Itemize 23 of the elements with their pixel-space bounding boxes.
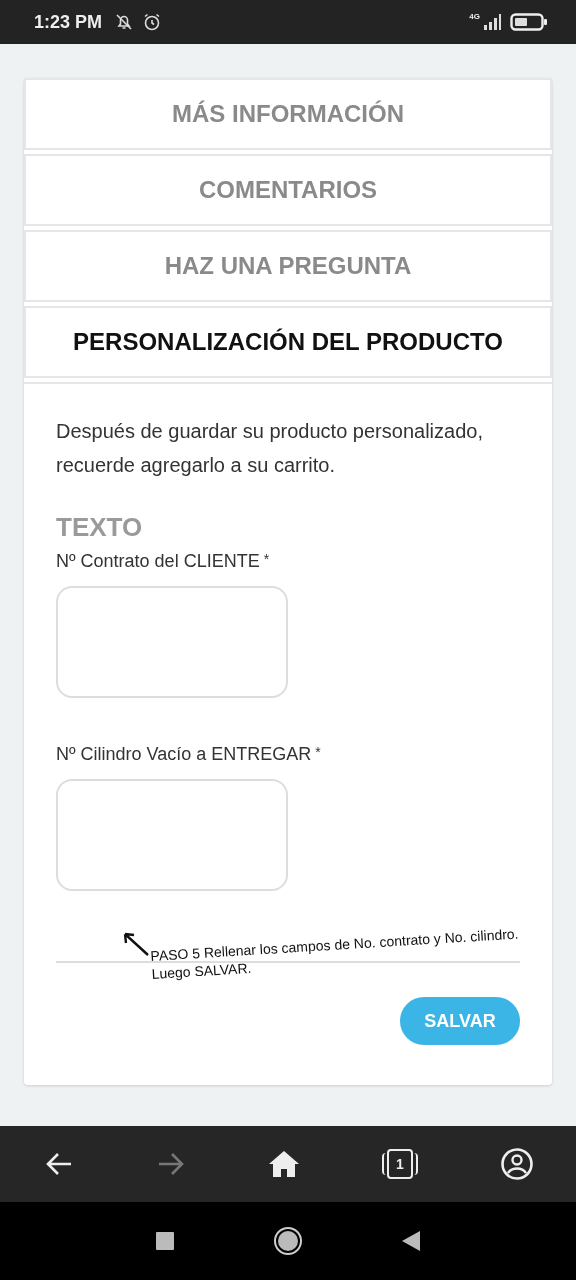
input-field[interactable]	[56, 779, 288, 891]
field-label: Nº Cilindro Vacío a ENTREGAR	[56, 744, 312, 765]
accordion-tab[interactable]: HAZ UNA PREGUNTA	[24, 230, 552, 302]
back-triangle-icon[interactable]	[401, 1230, 421, 1252]
field-label: Nº Contrato del CLIENTE	[56, 551, 260, 572]
input-field[interactable]	[56, 586, 288, 698]
annotation-text: PASO 5 Rellenar los campos de No. contrato y No. cilindro. Luego SALVAR.	[150, 924, 520, 983]
accordion-tab[interactable]: PERSONALIZACIÓN DEL PRODUCTO	[24, 306, 552, 378]
home-icon[interactable]	[268, 1149, 300, 1179]
network-type: 4G	[469, 12, 480, 21]
arrow-icon	[122, 931, 150, 957]
required-mark: *	[263, 551, 270, 567]
intro-text: Después de guardar su producto personalizado, recuerde agregarlo a su carrito.	[56, 419, 484, 478]
recents-icon[interactable]	[155, 1231, 175, 1251]
home-circle-icon[interactable]	[273, 1226, 303, 1256]
required-mark: *	[315, 744, 321, 760]
save-button[interactable]: SALVAR	[400, 997, 520, 1045]
account-icon[interactable]	[500, 1147, 534, 1181]
status-time: 1:23 PM	[34, 11, 103, 33]
accordion-tab[interactable]: COMENTARIOS	[24, 154, 552, 226]
accordion-tab[interactable]: MÁS INFORMACIÓN	[24, 78, 552, 150]
battery-icon	[510, 12, 548, 32]
section-title: TEXTO	[56, 512, 144, 543]
